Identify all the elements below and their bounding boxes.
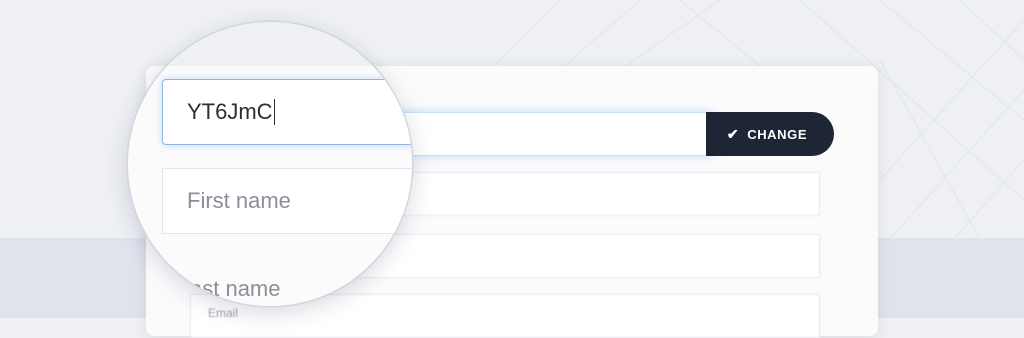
code-input-value: YT6JmC — [187, 99, 273, 124]
last-name-placeholder: ast name — [190, 276, 281, 301]
change-button-label: CHANGE — [747, 126, 808, 142]
magnifier-lens: YT6JmC First name ast name — [128, 22, 412, 306]
text-caret — [273, 99, 276, 125]
lens-background — [128, 22, 412, 66]
first-name-input[interactable]: First name — [162, 168, 412, 234]
change-button[interactable]: ✔ CHANGE — [706, 112, 834, 156]
first-name-placeholder: First name — [187, 188, 291, 213]
check-icon: ✔ — [726, 125, 740, 142]
code-input[interactable]: YT6JmC — [162, 79, 412, 145]
last-name-input[interactable]: ast name — [190, 256, 412, 306]
